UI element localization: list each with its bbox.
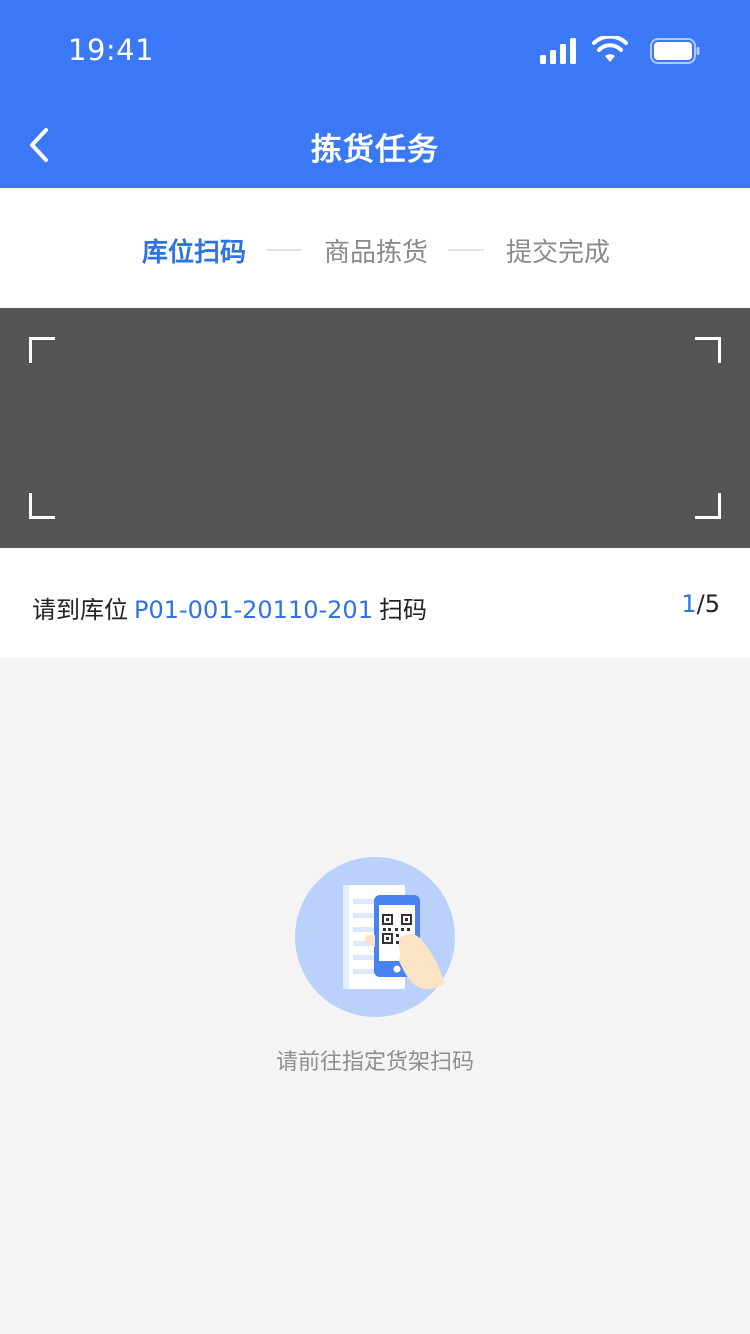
location-instruction-bar: 请到库位 P01-001-20110-201 扫码 1/5 — [0, 548, 750, 658]
scan-qr-illustration-icon — [295, 857, 455, 1017]
empty-state-message: 请前往指定货架扫码 — [275, 1050, 474, 1075]
wifi-icon — [592, 36, 628, 62]
app-header: 19:41 拣货任务 — [0, 0, 750, 188]
progress-current: 1 — [681, 590, 697, 618]
step-divider — [448, 249, 484, 251]
location-instruction: 请到库位 P01-001-20110-201 扫码 — [32, 590, 427, 625]
page-title: 拣货任务 — [311, 132, 439, 168]
signal-icon — [540, 38, 576, 64]
location-suffix: 扫码 — [378, 596, 427, 624]
step-submit-complete[interactable]: 提交完成 — [506, 232, 610, 269]
scan-progress: 1/5 — [681, 590, 720, 618]
corner-icon — [695, 493, 721, 519]
status-icons — [530, 36, 700, 66]
scanner-viewfinder[interactable] — [0, 308, 750, 548]
location-code: P01-001-20110-201 — [134, 596, 373, 624]
corner-icon — [29, 493, 55, 519]
progress-total: /5 — [696, 590, 720, 618]
status-time: 19:41 — [68, 33, 155, 67]
step-location-scan[interactable]: 库位扫码 — [142, 232, 246, 269]
step-divider — [266, 249, 302, 251]
step-product-pick[interactable]: 商品拣货 — [324, 232, 428, 269]
location-prefix: 请到库位 — [32, 596, 128, 624]
battery-icon — [650, 38, 700, 64]
corner-icon — [29, 337, 55, 363]
corner-icon — [695, 337, 721, 363]
step-indicator: 库位扫码 商品拣货 提交完成 — [0, 188, 750, 308]
